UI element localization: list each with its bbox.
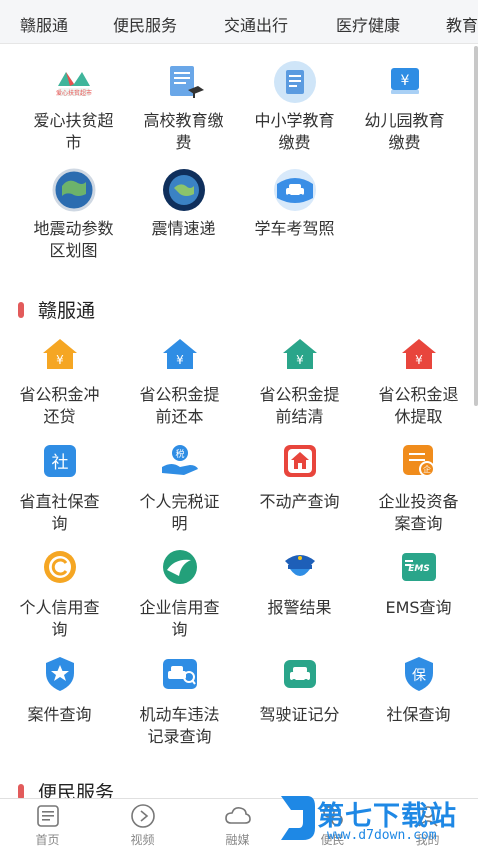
scrollbar[interactable]	[474, 46, 478, 406]
housing-fund-retire-icon: ¥	[399, 334, 439, 374]
earthquake-news-icon	[162, 168, 206, 212]
tab-home[interactable]: 首页	[0, 803, 95, 848]
tab-label: 视频	[130, 833, 155, 847]
service-label: 省公积金冲还贷	[19, 385, 100, 426]
service-label: 个人信用查询	[19, 598, 100, 639]
service-label: 高校教育缴费	[143, 111, 224, 152]
real-estate-icon	[280, 441, 320, 481]
social-insurance-icon: 保	[399, 654, 439, 694]
tab-label: 融媒	[225, 833, 250, 847]
service-label: 省公积金提前还本	[139, 385, 220, 426]
svg-text:社: 社	[51, 453, 68, 473]
service-label: 省公积金提前结清	[259, 385, 340, 426]
svg-text:¥: ¥	[296, 353, 304, 367]
case-query-icon	[40, 654, 80, 694]
service-label: 不动产查询	[259, 492, 340, 511]
cloud-icon	[190, 803, 285, 829]
service-label: 爱心扶贫超市	[33, 111, 114, 152]
service-label: 省直社保查询	[19, 492, 100, 533]
charity-market-icon: 爱心扶贫超市	[54, 62, 94, 102]
service-label: 案件查询	[27, 705, 92, 724]
tab-video[interactable]: 视频	[95, 803, 190, 848]
service-label: 中小学教育缴费	[254, 111, 335, 152]
housing-fund-prepay-icon: ¥	[160, 334, 200, 374]
watermark: 第七下载站 www.d7down.com	[277, 792, 472, 848]
tab-bianmin[interactable]: 便民服务	[113, 12, 177, 36]
section-title-ganfutong: 赣服通	[18, 296, 95, 323]
home-doc-icon	[0, 803, 95, 829]
service-label: 企业投资备案查询	[378, 492, 459, 533]
service-label: 社保查询	[386, 705, 451, 724]
svg-text:¥: ¥	[56, 353, 64, 367]
service-label: 个人完税证明	[139, 492, 220, 533]
service-label: 学车考驾照	[254, 219, 335, 238]
service-label: 驾驶证记分	[259, 705, 340, 724]
driving-license-car-icon	[273, 168, 317, 212]
school-fee-icon	[273, 60, 317, 104]
tab-traffic[interactable]: 交通出行	[224, 12, 288, 36]
driving-score-icon	[280, 654, 320, 694]
enterprise-credit-icon	[160, 547, 200, 587]
service-label: 省公积金退休提取	[378, 385, 459, 426]
police-report-icon	[280, 547, 320, 587]
watermark-url: www.d7down.com	[327, 828, 437, 843]
personal-credit-icon	[40, 547, 80, 587]
top-category-nav: 赣服通 便民服务 交通出行 医疗健康 教育	[0, 0, 478, 44]
svg-text:税: 税	[175, 448, 184, 460]
tax-certificate-icon: 税	[160, 441, 200, 481]
service-label: 地震动参数区划图	[33, 219, 114, 260]
service-label: 机动车违法记录查询	[139, 705, 220, 746]
vehicle-violation-icon	[160, 654, 200, 694]
section-title-text: 赣服通	[38, 300, 96, 322]
social-security-icon: 社	[40, 441, 80, 481]
housing-fund-settle-icon: ¥	[280, 334, 320, 374]
service-label: EMS查询	[385, 598, 452, 617]
watermark-logo-icon	[281, 796, 315, 840]
tab-ganfutong[interactable]: 赣服通	[20, 12, 68, 36]
svg-text:企: 企	[423, 464, 431, 474]
svg-text:¥: ¥	[400, 73, 409, 89]
tab-media[interactable]: 融媒	[190, 803, 285, 848]
svg-text:¥: ¥	[176, 353, 184, 367]
enterprise-invest-icon: 企	[399, 441, 439, 481]
service-label: 企业信用查询	[139, 598, 220, 639]
housing-fund-repay-icon: ¥	[40, 334, 80, 374]
svg-text:爱心扶贫超市: 爱心扶贫超市	[55, 89, 91, 97]
kindergarten-fee-icon: ¥	[385, 62, 425, 102]
section-marker	[18, 301, 24, 318]
video-play-icon	[95, 803, 190, 829]
service-label: 幼儿园教育缴费	[364, 111, 445, 152]
tab-medical[interactable]: 医疗健康	[336, 12, 400, 36]
earthquake-map-icon	[52, 168, 96, 212]
tab-label: 首页	[35, 833, 60, 847]
svg-text:¥: ¥	[415, 353, 423, 367]
svg-text:EMS: EMS	[408, 564, 430, 574]
ems-icon: EMS	[399, 547, 439, 587]
service-label: 报警结果	[267, 598, 332, 617]
service-label: 震情速递	[151, 219, 216, 238]
university-fee-icon	[164, 62, 204, 102]
svg-text:保: 保	[412, 668, 426, 684]
tab-education[interactable]: 教育	[446, 12, 478, 36]
